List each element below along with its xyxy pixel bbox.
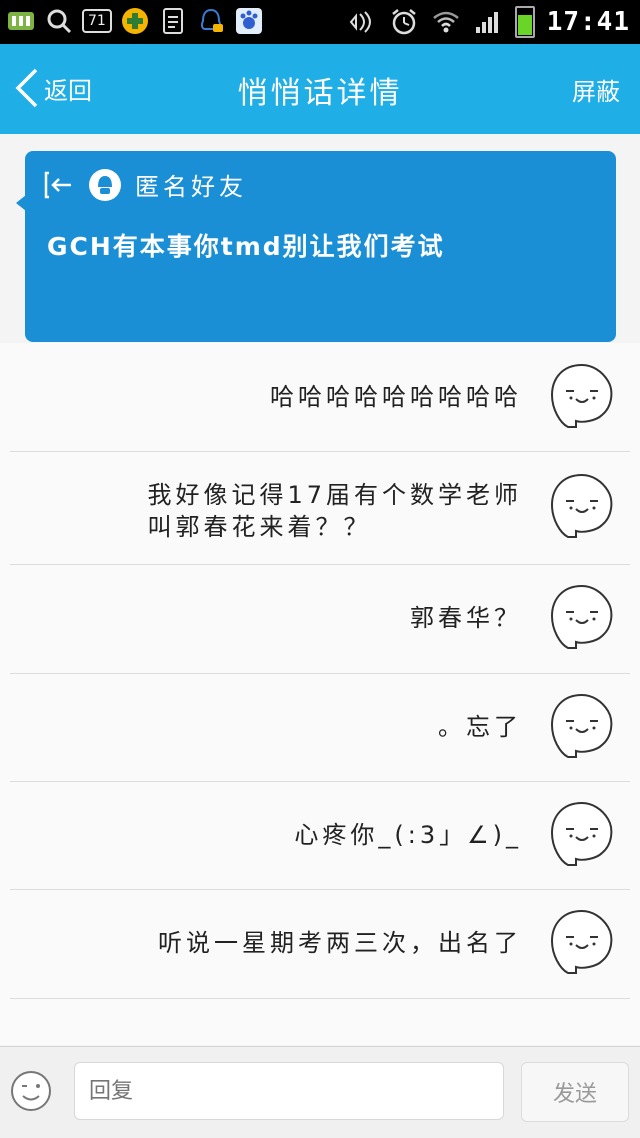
list-item: 哈哈哈哈哈哈哈哈哈 <box>10 343 630 452</box>
baidu-icon <box>234 6 264 36</box>
list-item: 。忘了 <box>10 673 630 782</box>
reply-line: 。忘了 <box>438 713 522 741</box>
reply-text: 心疼你_(:3」∠)_ <box>294 819 522 851</box>
status-icons-left: 71 <box>6 6 264 36</box>
exit-arrow-icon <box>44 171 71 198</box>
app-icon <box>6 6 36 36</box>
smiley-avatar-icon <box>550 363 613 428</box>
list-item: 心疼你_(:3」∠)_ <box>10 781 630 890</box>
status-bar: 71 17:41 <box>0 0 640 44</box>
smiley-avatar-icon <box>550 801 613 866</box>
reply-text: 听说一星期考两三次，出名了 <box>158 927 522 959</box>
reply-line: 哈哈哈哈哈哈哈哈哈 <box>270 383 522 411</box>
document-icon <box>158 6 188 36</box>
anonymous-avatar-icon <box>89 168 121 201</box>
reply-line: 心疼你_(:3」∠)_ <box>294 821 522 849</box>
reply-line: 听说一星期考两三次，出名了 <box>158 929 522 957</box>
plus-app-icon <box>120 6 150 36</box>
alarm-icon <box>389 7 419 37</box>
reply-text: 郭春华？ <box>410 602 522 634</box>
notification-count-badge: 71 <box>82 9 112 33</box>
reply-text: 哈哈哈哈哈哈哈哈哈 <box>270 381 522 413</box>
anonymous-message-card: 匿名好友 GCH有本事你tmd别让我们考试 <box>16 151 616 342</box>
smiley-avatar-icon <box>550 584 613 649</box>
sender-name: 匿名好友 <box>135 173 247 201</box>
page-title: 悄悄话详情 <box>237 76 403 111</box>
list-item: 郭春华？ <box>10 564 630 674</box>
reply-text: 我好像记得17届有个数学老师 叫郭春花来着？？ <box>147 479 522 543</box>
block-button[interactable]: 屏蔽 <box>572 72 620 107</box>
reply-line: 叫郭春花来着？？ <box>147 513 372 541</box>
signal-icon <box>473 7 503 37</box>
composer-bar: 发送 <box>0 1046 640 1138</box>
nav-bar: 返回 悄悄话详情 屏蔽 <box>0 44 640 134</box>
nfc-icon <box>347 7 377 37</box>
qq-message-icon <box>196 6 226 36</box>
smiley-avatar-icon <box>550 693 613 758</box>
card-header: 匿名好友 <box>43 167 247 202</box>
emoji-icon[interactable] <box>10 1070 52 1112</box>
smiley-avatar-icon <box>550 473 613 538</box>
reply-input[interactable] <box>74 1062 504 1120</box>
reply-line: 我好像记得17届有个数学老师 <box>147 481 522 509</box>
list-item: 我好像记得17届有个数学老师 叫郭春花来着？？ <box>10 451 630 565</box>
send-button[interactable]: 发送 <box>521 1062 629 1122</box>
list-item: 听说一星期考两三次，出名了 <box>10 889 630 999</box>
reply-list: 哈哈哈哈哈哈哈哈哈 我好像记得17届有个数学老师 叫郭春花来着？？ 郭春华？ 。… <box>0 343 640 1045</box>
smiley-avatar-icon <box>550 909 613 974</box>
battery-icon <box>514 6 535 38</box>
search-icon <box>44 6 74 36</box>
status-icons-right: 17:41 <box>347 6 630 38</box>
card-message: GCH有本事你tmd别让我们考试 <box>47 232 445 261</box>
wifi-icon <box>431 7 461 37</box>
reply-line: 郭春华？ <box>410 604 522 632</box>
reply-text: 。忘了 <box>438 711 522 743</box>
clock: 17:41 <box>546 7 630 37</box>
